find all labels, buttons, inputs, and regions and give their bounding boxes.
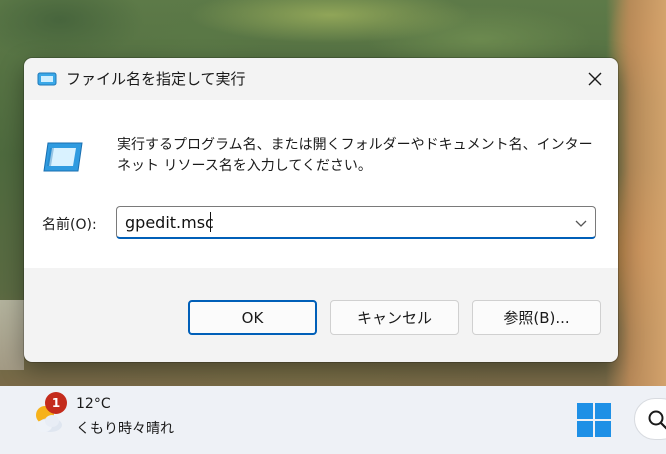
close-icon	[588, 72, 602, 86]
description-line: 実行するプログラム名、または開くフォルダーやドキュメント名、インター	[117, 137, 593, 153]
browse-button[interactable]: 参照(B)...	[472, 300, 601, 335]
notification-badge: 1	[45, 392, 67, 414]
command-combobox[interactable]	[116, 206, 596, 239]
run-dialog: ファイル名を指定して実行 実行するプログラム名、または開くフォルダーやドキュメン…	[24, 58, 618, 362]
dialog-title: ファイル名を指定して実行	[66, 70, 246, 88]
close-button[interactable]	[580, 64, 610, 94]
run-icon	[42, 141, 84, 173]
start-button[interactable]	[575, 401, 613, 439]
search-icon	[648, 410, 666, 430]
dialog-description: 実行するプログラム名、または開くフォルダーやドキュメント名、インター ネット リ…	[117, 135, 597, 177]
taskbar: 1 12°C くもり時々晴れ	[0, 386, 666, 454]
weather-temperature: 12°C	[76, 396, 111, 412]
dialog-content: 実行するプログラム名、または開くフォルダーやドキュメント名、インター ネット リ…	[24, 100, 618, 268]
cancel-button[interactable]: キャンセル	[330, 300, 459, 335]
name-label: 名前(O):	[42, 217, 97, 233]
chevron-down-icon	[575, 220, 587, 227]
description-line: ネット リソース名を入力してください。	[117, 158, 372, 174]
wallpaper-houses	[0, 300, 24, 370]
ok-button[interactable]: OK	[188, 300, 317, 335]
search-button[interactable]	[634, 398, 666, 440]
dropdown-button[interactable]	[573, 215, 589, 231]
run-icon	[37, 72, 57, 87]
dialog-titlebar[interactable]: ファイル名を指定して実行	[24, 58, 618, 100]
command-input[interactable]	[125, 210, 555, 234]
windows-start-icon	[577, 403, 611, 437]
text-caret	[210, 212, 211, 232]
weather-condition: くもり時々晴れ	[76, 421, 174, 437]
